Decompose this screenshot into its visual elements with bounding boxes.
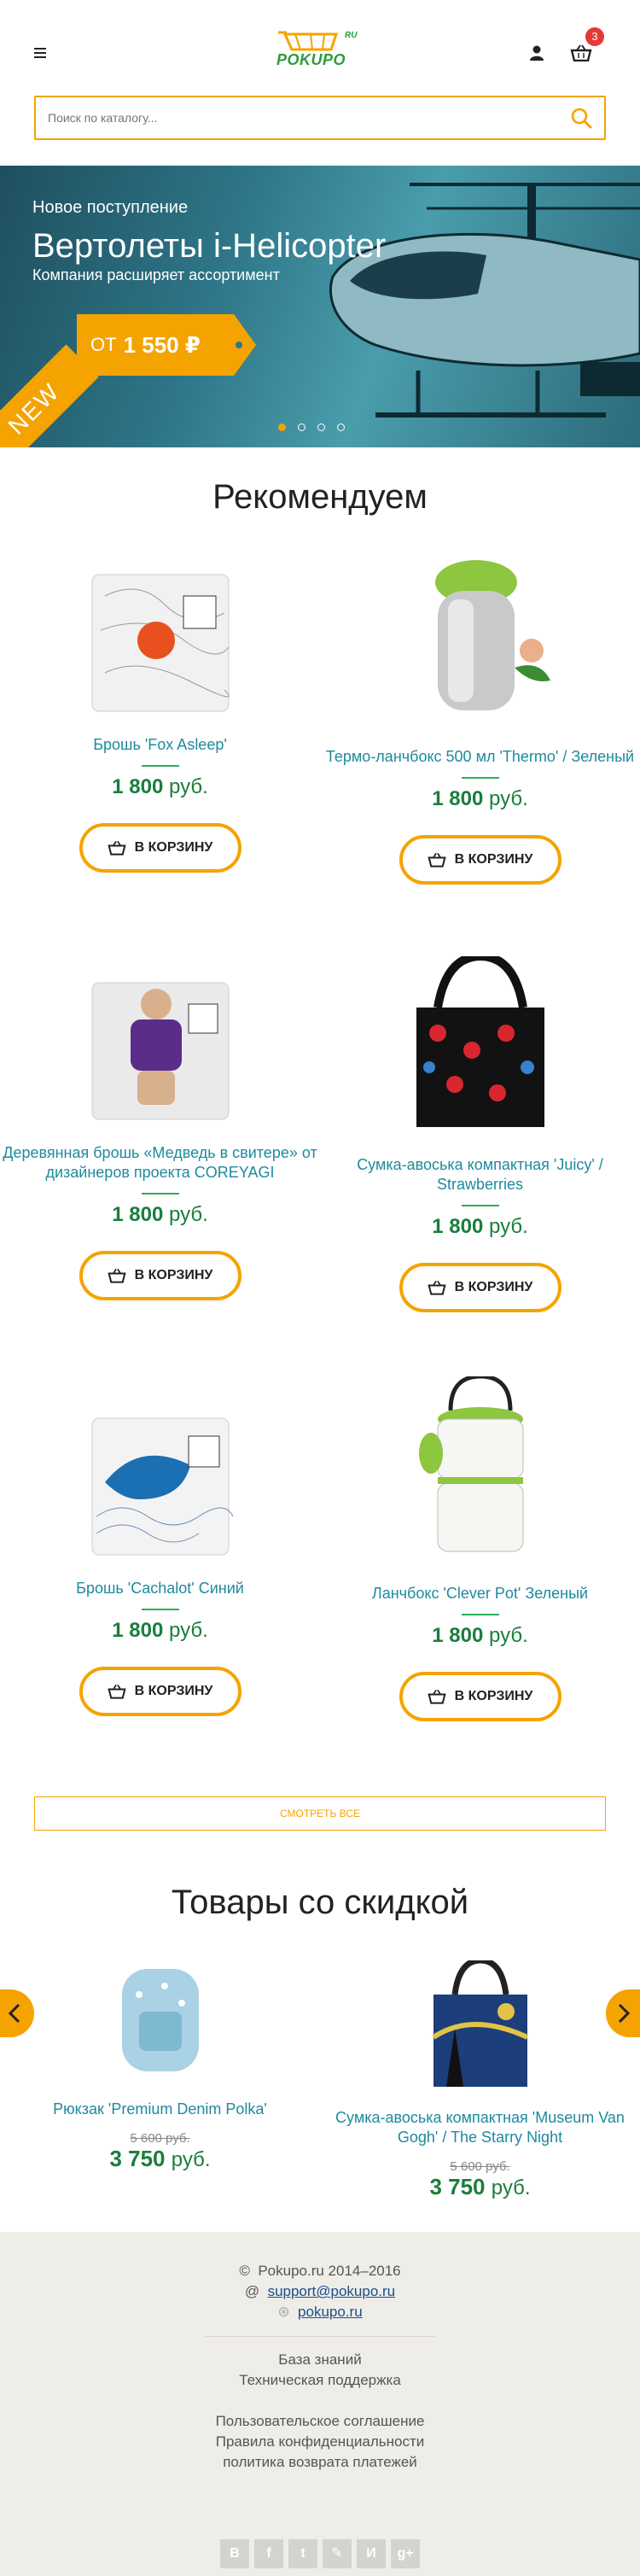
hero-subtitle: Компания расширяет ассортимент <box>32 266 280 283</box>
product-image[interactable] <box>88 978 233 1124</box>
slider-dot[interactable] <box>278 423 286 431</box>
divider <box>461 1205 499 1206</box>
product-price: 1 800 руб. <box>432 787 528 810</box>
product-card[interactable]: Деревянная брошь «Медведь в свитере» от … <box>0 978 320 1300</box>
add-to-cart-button[interactable]: В КОРЗИНУ <box>399 1263 561 1312</box>
skype: ⊛ pokupo.ru <box>0 2304 640 2321</box>
facebook-icon[interactable]: f <box>254 2539 283 2568</box>
discount-product-card[interactable]: Рюкзак 'Premium Denim Polka' 5 600 руб. … <box>0 1960 320 2172</box>
footer-link[interactable]: Правила конфиденциальности <box>0 2433 640 2450</box>
product-name[interactable]: Брошь 'Cachalot' Синий <box>0 1579 320 1598</box>
search-icon[interactable] <box>570 107 592 129</box>
vk-icon[interactable]: В <box>220 2539 249 2568</box>
cart-icon <box>428 1280 446 1295</box>
product-price: 1 800 руб. <box>112 1203 208 1226</box>
product-name[interactable]: Деревянная брошь «Медведь в свитере» от … <box>0 1143 320 1183</box>
cart-icon <box>108 1268 126 1283</box>
product-card[interactable]: Брошь 'Fox Asleep' 1 800 руб. В КОРЗИНУ <box>0 570 320 873</box>
product-name[interactable]: Рюкзак 'Premium Denim Polka' <box>0 2100 320 2119</box>
product-image[interactable] <box>88 570 233 716</box>
footer-link[interactable]: База знаний <box>0 2351 640 2369</box>
product-image[interactable] <box>88 1414 233 1559</box>
google-plus-icon[interactable]: g+ <box>391 2539 420 2568</box>
price-prefix: от <box>90 334 117 355</box>
product-price: 1 800 руб. <box>432 1215 528 1238</box>
add-to-cart-button[interactable]: В КОРЗИНУ <box>79 1251 241 1300</box>
product-name[interactable]: Сумка-авоська компактная 'Juicy' / Straw… <box>320 1155 640 1195</box>
twitter-icon[interactable]: t <box>288 2539 317 2568</box>
logo-text: POKUPO <box>276 51 346 68</box>
user-icon[interactable] <box>529 45 544 61</box>
divider <box>141 1193 179 1195</box>
footer: © Pokupo.ru 2014–2016 @ support@pokupo.r… <box>0 2232 640 2576</box>
hero-banner[interactable]: Новое поступление Вертолеты i-Helicopter… <box>0 166 640 447</box>
support-email: @ support@pokupo.ru <box>244 2283 396 2299</box>
product-price: 3 750 руб. <box>109 2146 211 2171</box>
product-image[interactable] <box>105 1960 216 2080</box>
cart-count-badge: 3 <box>585 27 604 46</box>
search-box <box>34 96 606 140</box>
skype-icon: ⊛ <box>277 2304 290 2320</box>
product-card[interactable]: Брошь 'Cachalot' Синий 1 800 руб. В КОРЗ… <box>0 1414 320 1716</box>
product-card[interactable]: Термо-ланчбокс 500 мл 'Thermo' / Зеленый… <box>320 557 640 885</box>
add-to-cart-button[interactable]: В КОРЗИНУ <box>399 1672 561 1721</box>
support-email-link[interactable]: support@pokupo.ru <box>268 2283 396 2299</box>
product-image[interactable] <box>421 1957 540 2088</box>
section-title-recommended: Рекомендуем <box>212 478 428 516</box>
product-card[interactable]: Сумка-авоська компактная 'Juicy' / Straw… <box>320 951 640 1312</box>
search-input[interactable] <box>36 97 548 138</box>
header: POKUPO RU 3 <box>0 0 640 92</box>
cart-icon[interactable] <box>570 44 592 61</box>
skype-link[interactable]: pokupo.ru <box>298 2304 363 2320</box>
hero-price: 1 550 ₽ <box>123 331 201 358</box>
divider <box>205 2336 435 2337</box>
discount-product-card[interactable]: Сумка-авоська компактная 'Museum Van Gog… <box>320 1957 640 2200</box>
product-name[interactable]: Термо-ланчбокс 500 мл 'Thermo' / Зеленый <box>320 747 640 767</box>
product-name[interactable]: Сумка-авоська компактная 'Museum Van Gog… <box>320 2108 640 2147</box>
add-to-cart-button[interactable]: В КОРЗИНУ <box>79 1667 241 1716</box>
odnoklassniki-icon[interactable]: И <box>357 2539 386 2568</box>
hero-price-tag[interactable]: от 1 550 ₽ <box>77 314 256 376</box>
hamburger-menu-icon[interactable] <box>34 48 46 58</box>
old-price: 5 600 руб. <box>450 2159 510 2174</box>
helicopter-image <box>329 183 640 418</box>
product-price: 3 750 руб. <box>429 2174 531 2199</box>
product-image[interactable] <box>404 557 557 727</box>
slider-dots <box>278 423 345 431</box>
copyright: © Pokupo.ru 2014–2016 <box>239 2263 401 2279</box>
product-image[interactable] <box>404 951 557 1136</box>
product-image[interactable] <box>404 1374 557 1564</box>
slider-dot[interactable] <box>298 423 305 431</box>
product-name[interactable]: Брошь 'Fox Asleep' <box>0 735 320 755</box>
livejournal-icon[interactable]: ✎ <box>323 2539 352 2568</box>
add-to-cart-button[interactable]: В КОРЗИНУ <box>399 835 561 885</box>
product-price: 1 800 руб. <box>112 775 208 798</box>
social-links: В f t ✎ И g+ <box>220 2539 420 2568</box>
footer-link[interactable]: политика возврата платежей <box>0 2454 640 2471</box>
divider <box>461 777 499 779</box>
product-price: 1 800 руб. <box>432 1624 528 1647</box>
footer-link[interactable]: Техническая поддержка <box>0 2372 640 2389</box>
divider <box>141 765 179 767</box>
divider <box>141 1609 179 1610</box>
see-all-button[interactable]: СМОТРЕТЬ ВСЕ <box>34 1796 606 1831</box>
cart-icon <box>428 852 446 867</box>
product-price: 1 800 руб. <box>112 1619 208 1642</box>
slider-dot[interactable] <box>337 423 345 431</box>
divider <box>461 1614 499 1615</box>
hero-eyebrow: Новое поступление <box>32 198 189 217</box>
section-title-discount: Товары со скидкой <box>171 1884 469 1921</box>
cart-icon <box>428 1689 446 1704</box>
logo[interactable]: POKUPO RU <box>276 31 364 73</box>
hero-title: Вертолеты i-Helicopter <box>32 227 387 265</box>
footer-link[interactable]: Пользовательское соглашение <box>0 2413 640 2430</box>
product-name[interactable]: Ланчбокс 'Clever Pot' Зеленый <box>320 1584 640 1603</box>
cart-icon <box>108 840 126 856</box>
add-to-cart-button[interactable]: В КОРЗИНУ <box>79 823 241 873</box>
old-price: 5 600 руб. <box>130 2131 190 2146</box>
cart-icon <box>108 1684 126 1699</box>
slider-dot[interactable] <box>317 423 325 431</box>
logo-suffix: RU <box>345 31 358 40</box>
product-card[interactable]: Ланчбокс 'Clever Pot' Зеленый 1 800 руб.… <box>320 1374 640 1721</box>
